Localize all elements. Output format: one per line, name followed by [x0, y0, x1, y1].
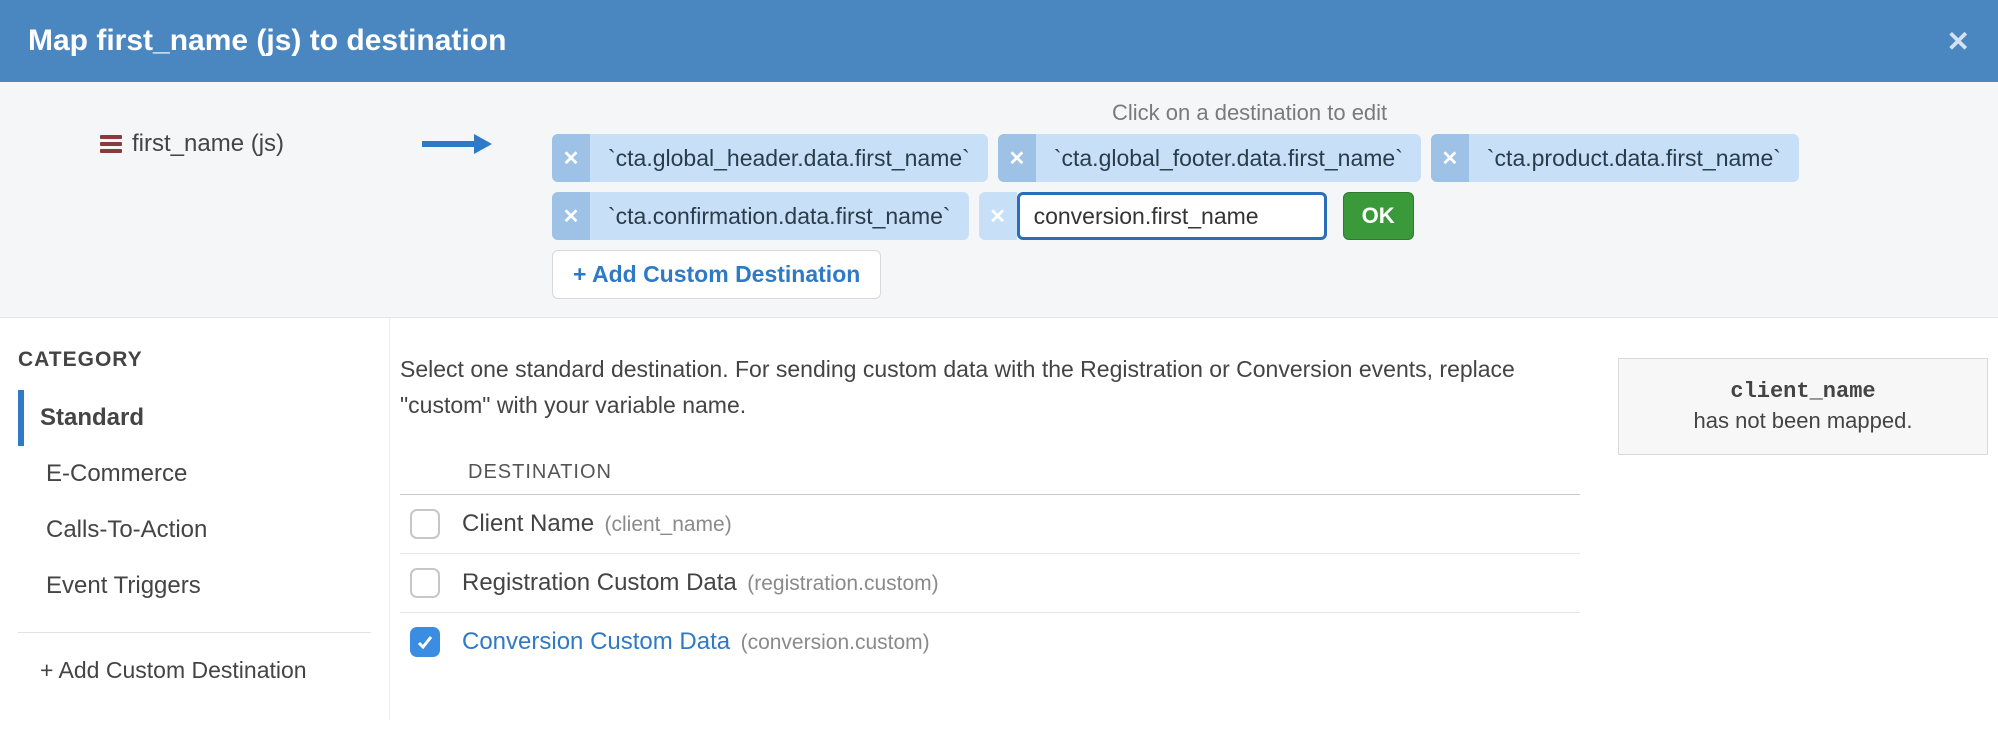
chip-remove-icon[interactable]: ✕ [1431, 134, 1469, 182]
destination-table: DESTINATION Client Name (client_name) Re… [400, 451, 1580, 671]
chip-remove-icon[interactable]: ✕ [552, 192, 590, 240]
destination-table-header: DESTINATION [400, 451, 1580, 495]
source-label: first_name (js) [132, 130, 284, 158]
mapper-row: first_name (js) Click on a destination t… [0, 82, 1998, 318]
destination-row-registration[interactable]: Registration Custom Data (registration.c… [400, 554, 1580, 613]
chip-remove-icon[interactable]: ✕ [998, 134, 1036, 182]
destination-hint: Click on a destination to edit [1112, 100, 1974, 126]
modal-title: Map first_name (js) to destination [28, 24, 506, 58]
destination-row-client-name[interactable]: Client Name (client_name) [400, 495, 1580, 554]
checkbox-checked[interactable] [410, 627, 440, 657]
chip-label: `cta.confirmation.data.first_name` [590, 192, 969, 240]
destination-chip[interactable]: ✕ `cta.global_footer.data.first_name` [998, 134, 1421, 182]
category-item-calls-to-action[interactable]: Calls-To-Action [18, 502, 371, 558]
destination-input-chip: ✕ [979, 192, 1327, 240]
destination-chip[interactable]: ✕ `cta.global_header.data.first_name` [552, 134, 988, 182]
destination-label: Client Name [462, 510, 594, 537]
tooltip-text: has not been mapped. [1694, 408, 1913, 433]
destination-chip[interactable]: ✕ `cta.confirmation.data.first_name` [552, 192, 969, 240]
modal-header: Map first_name (js) to destination ✕ [0, 0, 1998, 82]
main-panel: Select one standard destination. For sen… [390, 318, 1620, 720]
destination-code: (registration.custom) [747, 572, 938, 595]
instruction-text: Select one standard destination. For sen… [400, 352, 1580, 423]
category-item-standard[interactable]: Standard [18, 390, 371, 446]
source-column: first_name (js) [100, 100, 360, 158]
checkbox[interactable] [410, 568, 440, 598]
close-icon[interactable]: ✕ [1947, 25, 1970, 58]
list-icon [100, 135, 122, 153]
checkbox[interactable] [410, 509, 440, 539]
category-heading: CATEGORY [18, 348, 371, 372]
category-list: Standard E-Commerce Calls-To-Action Even… [18, 390, 371, 614]
destination-column: Click on a destination to edit ✕ `cta.gl… [552, 100, 1974, 299]
destination-input[interactable] [1017, 192, 1327, 240]
destination-code: (conversion.custom) [741, 631, 930, 654]
category-item-event-triggers[interactable]: Event Triggers [18, 558, 371, 614]
chip-remove-icon[interactable]: ✕ [552, 134, 590, 182]
destination-label: Registration Custom Data [462, 569, 737, 596]
destination-chip[interactable]: ✕ `cta.product.data.first_name` [1431, 134, 1799, 182]
chip-remove-icon[interactable]: ✕ [979, 192, 1017, 240]
add-custom-destination-button[interactable]: + Add Custom Destination [552, 250, 881, 299]
chip-label: `cta.product.data.first_name` [1469, 134, 1799, 182]
destination-label: Conversion Custom Data [462, 628, 730, 655]
add-custom-destination-link[interactable]: + Add Custom Destination [18, 651, 371, 690]
arrow-right-icon [420, 132, 492, 156]
tooltip-unmapped: client_name has not been mapped. [1618, 358, 1988, 455]
destination-row-conversion[interactable]: Conversion Custom Data (conversion.custo… [400, 613, 1580, 671]
category-item-ecommerce[interactable]: E-Commerce [18, 446, 371, 502]
ok-button[interactable]: OK [1343, 192, 1414, 240]
chip-label: `cta.global_header.data.first_name` [590, 134, 988, 182]
chip-label: `cta.global_footer.data.first_name` [1036, 134, 1421, 182]
body-row: CATEGORY Standard E-Commerce Calls-To-Ac… [0, 318, 1998, 720]
divider [18, 632, 371, 633]
destination-code: (client_name) [605, 513, 732, 536]
arrow-column [420, 100, 492, 156]
tooltip-code: client_name [1641, 379, 1965, 404]
category-sidebar: CATEGORY Standard E-Commerce Calls-To-Ac… [0, 318, 390, 720]
destination-chips: ✕ `cta.global_header.data.first_name` ✕ … [552, 134, 1974, 240]
